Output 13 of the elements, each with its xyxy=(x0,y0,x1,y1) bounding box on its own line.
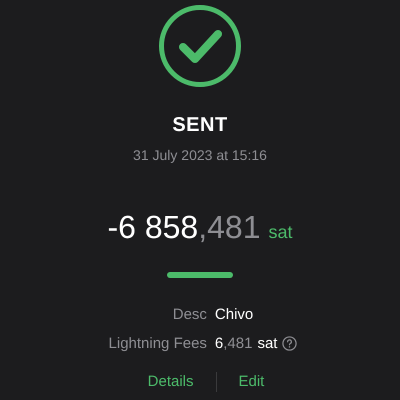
transaction-date: 31 July 2023 at 15:16 xyxy=(133,147,267,163)
fee-value: 6,481 xyxy=(214,335,252,352)
action-link[interactable]: Details xyxy=(148,373,194,391)
divider-bar xyxy=(167,272,233,278)
detail-label: Desc xyxy=(172,306,207,323)
action-link[interactable]: Edit xyxy=(238,373,264,391)
help-icon[interactable] xyxy=(282,336,298,351)
amount-unit: sat xyxy=(268,222,293,243)
detail-value: Chivo xyxy=(214,306,254,323)
amount-value: -6 858,481 xyxy=(107,209,260,246)
detail-label: Lightning Fees xyxy=(108,335,207,352)
status-title: SENT xyxy=(172,114,228,137)
fee-unit: sat xyxy=(257,335,278,352)
